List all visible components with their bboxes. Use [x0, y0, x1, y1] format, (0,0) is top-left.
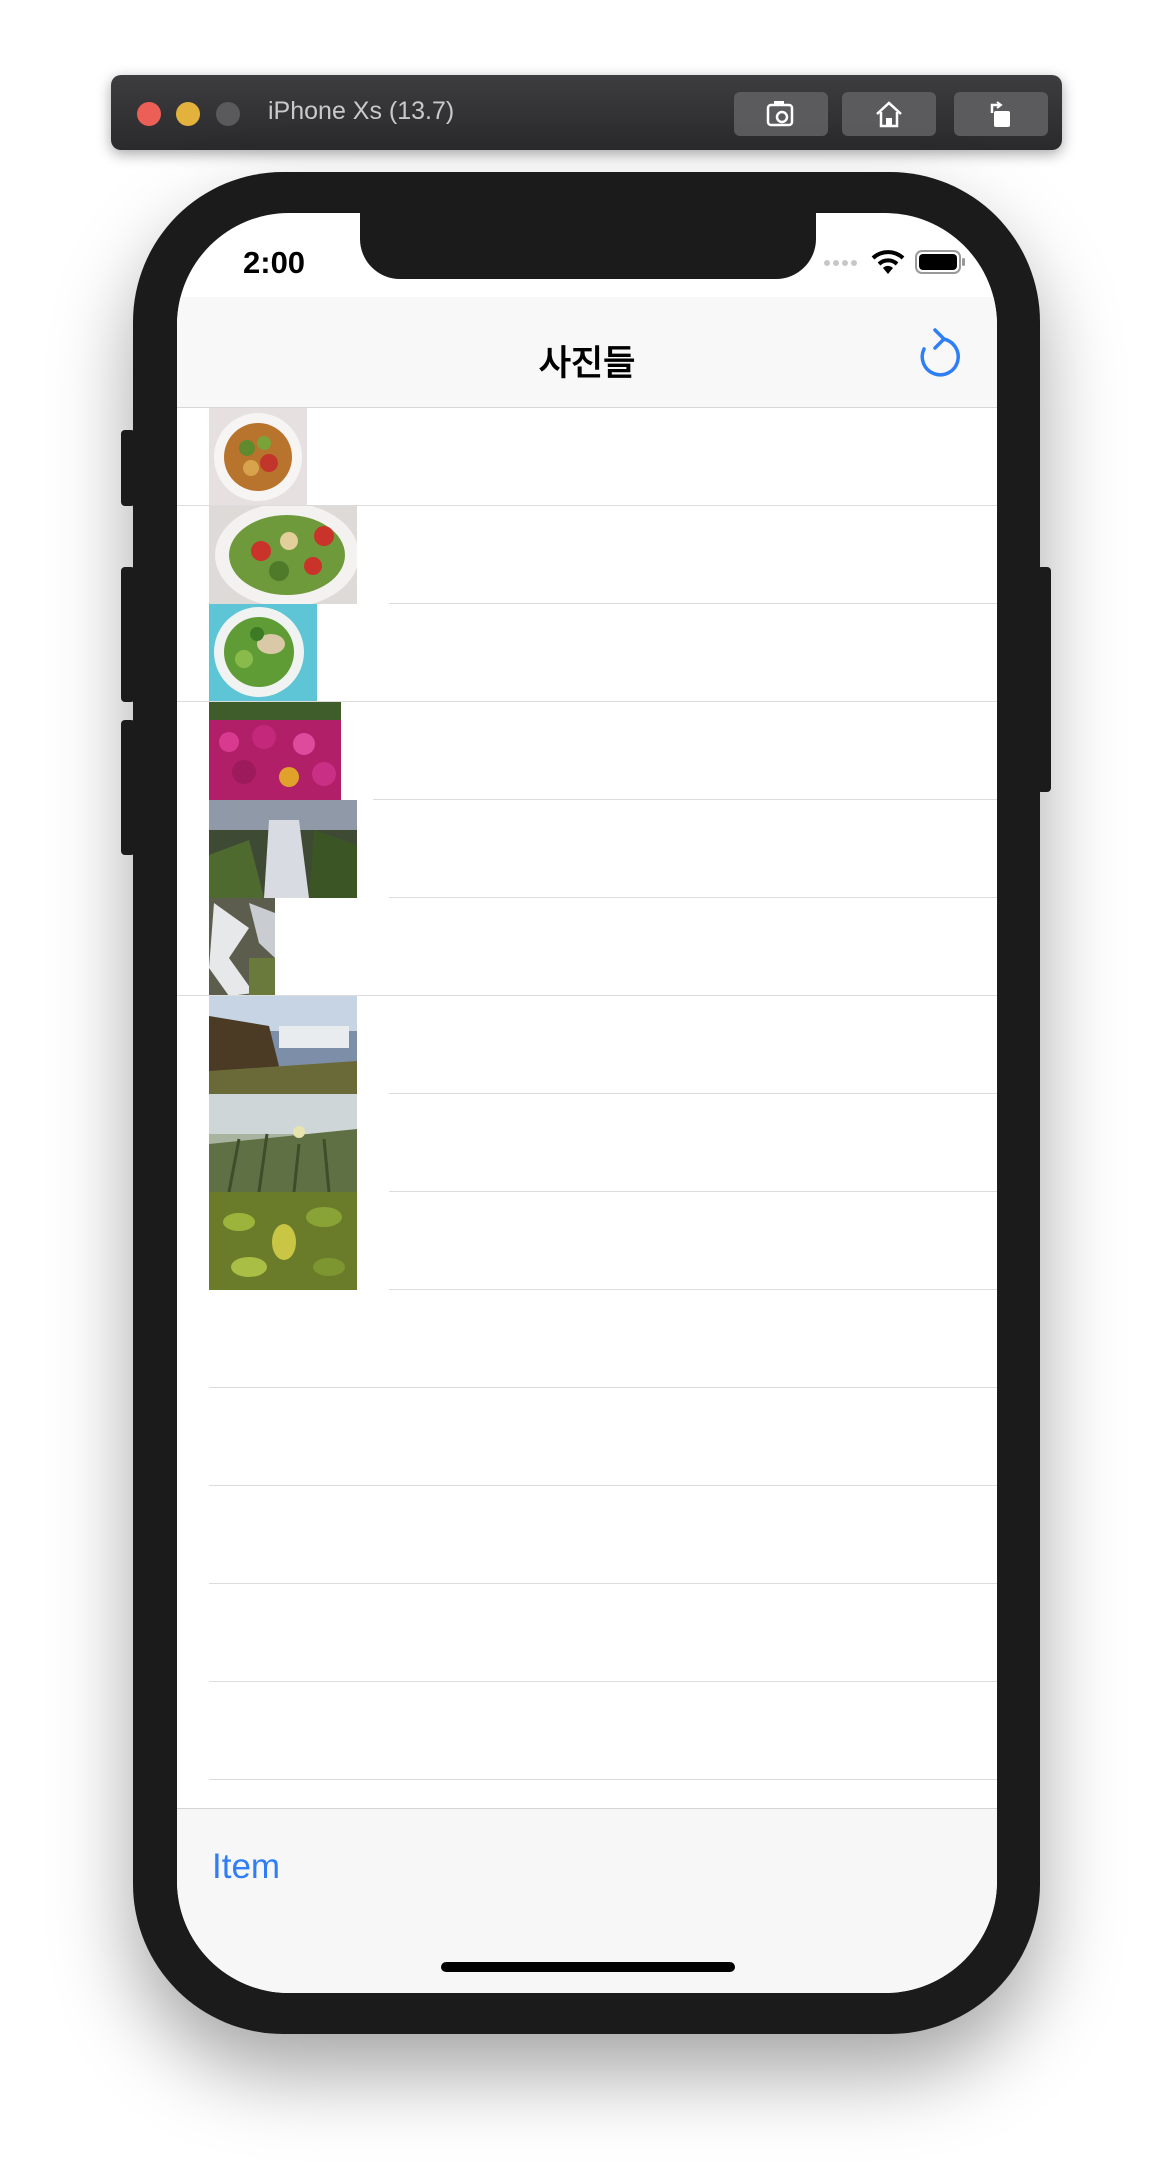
table-row[interactable]: [177, 506, 997, 604]
home-button[interactable]: [842, 92, 936, 136]
table-row: [177, 1388, 997, 1486]
cellular-signal-icon: [824, 260, 857, 266]
camera-icon: [766, 101, 794, 127]
volume-down-button: [121, 720, 135, 855]
row-separator: [209, 1779, 997, 1780]
home-icon: [876, 101, 902, 128]
photo-thumbnail: [209, 702, 341, 800]
device-screen: 2:00 사진들 Item: [177, 213, 997, 1993]
photo-thumbnail: [209, 506, 357, 604]
photo-thumbnail: [209, 604, 317, 702]
table-row[interactable]: [177, 898, 997, 996]
photo-thumbnail: [209, 800, 357, 898]
photo-thumbnail: [209, 898, 275, 996]
photo-thumbnail: [209, 1094, 357, 1192]
table-row[interactable]: [177, 996, 997, 1094]
rotate-icon: [990, 101, 1010, 127]
silent-switch: [121, 430, 135, 506]
status-icons: [823, 249, 967, 275]
wifi-icon: [871, 250, 905, 274]
table-row[interactable]: [177, 408, 997, 506]
simulator-title: iPhone Xs (13.7): [268, 97, 455, 125]
table-row: [177, 1290, 997, 1388]
home-indicator[interactable]: [441, 1962, 735, 1972]
page-title: 사진들: [538, 344, 636, 383]
battery-icon: [915, 250, 965, 274]
table-row[interactable]: [177, 604, 997, 702]
table-row[interactable]: [177, 1192, 997, 1290]
photo-thumbnail: [209, 996, 357, 1094]
simulator-toolbar: iPhone Xs (13.7): [111, 75, 1062, 150]
power-button: [1037, 567, 1051, 792]
photo-table[interactable]: [177, 408, 997, 1780]
zoom-window-button[interactable]: [216, 102, 240, 126]
screenshot-button[interactable]: [734, 92, 828, 136]
navigation-bar: 사진들: [177, 297, 997, 408]
photo-thumbnail: [209, 408, 307, 506]
minimize-window-button[interactable]: [176, 102, 200, 126]
close-window-button[interactable]: [137, 102, 161, 126]
table-row: [177, 1486, 997, 1584]
table-row[interactable]: [177, 702, 997, 800]
status-time: 2:00: [243, 245, 306, 280]
rotate-button[interactable]: [954, 92, 1048, 136]
refresh-icon[interactable]: [915, 327, 965, 381]
photo-thumbnail: [209, 1192, 357, 1290]
volume-up-button: [121, 567, 135, 702]
table-row: [177, 1584, 997, 1682]
table-row[interactable]: [177, 1094, 997, 1192]
bottom-toolbar: Item: [177, 1808, 997, 1993]
table-row[interactable]: [177, 800, 997, 898]
notch: [360, 213, 816, 279]
table-row: [177, 1682, 997, 1780]
toolbar-item-button[interactable]: Item: [212, 1847, 280, 1887]
